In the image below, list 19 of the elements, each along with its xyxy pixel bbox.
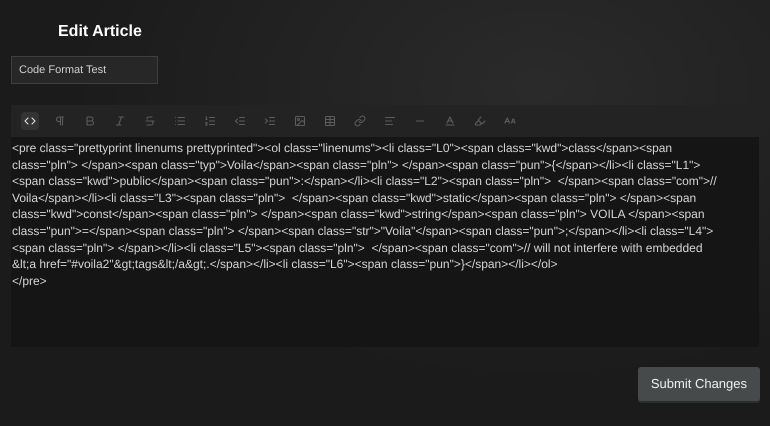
- page-title: Edit Article: [58, 22, 142, 42]
- bold-icon: [84, 115, 96, 127]
- code-icon: [24, 115, 36, 127]
- image-icon: [294, 115, 306, 127]
- table-icon: [324, 115, 336, 127]
- strikethrough-icon: [144, 115, 156, 127]
- font-color-icon: [444, 115, 456, 127]
- highlighter-icon: [474, 115, 486, 127]
- align-left-icon: [384, 115, 396, 127]
- italic-icon: [114, 115, 126, 127]
- pilcrow-icon: [54, 115, 66, 127]
- code-button[interactable]: [21, 112, 39, 130]
- indent-icon: [264, 115, 276, 127]
- link-icon: [354, 115, 366, 127]
- outdent-icon: [234, 115, 246, 127]
- numbered-list-icon: [204, 115, 216, 127]
- title-field[interactable]: Code Format Test: [11, 56, 158, 84]
- submit-button[interactable]: Submit Changes: [638, 367, 760, 401]
- code-editor[interactable]: <pre class="prettyprint linenums prettyprinted"><ol class="linenums"><li class="L0"><span class="kwd">class</span><span class="pln"> </span><span class="typ">Voila</span><span class="pln"> </span><span class="pun">{</span></li><li class="L1"><span class="kwd">public</span><span class="pun">:</span></li><li class="L2"><span class="pln"> </span><span class="com">// Voila</span></li><li class="L3"><span class="pln"> </span><span class="kwd">static</span><span class="pln"> </span><span class="kwd">const</span><span class="pln"> </span><span class="kwd">string</span><span class="pln"> VOILA </span><span class="pun">=</span><span class="pln"> </span><span class="str">"Voila"</span><span class="pun">;</span></li><li class="L4"><span class="pln"> </span></li><li class="L5"><span class="pln"> </span><span class="com">// will not interfere with embedded &lt;a href="#voila2"&gt;tags&lt;/a&gt;.</span></li><li class="L6"><span class="pun">}</span></li></ol> </pre>: [11, 137, 759, 347]
